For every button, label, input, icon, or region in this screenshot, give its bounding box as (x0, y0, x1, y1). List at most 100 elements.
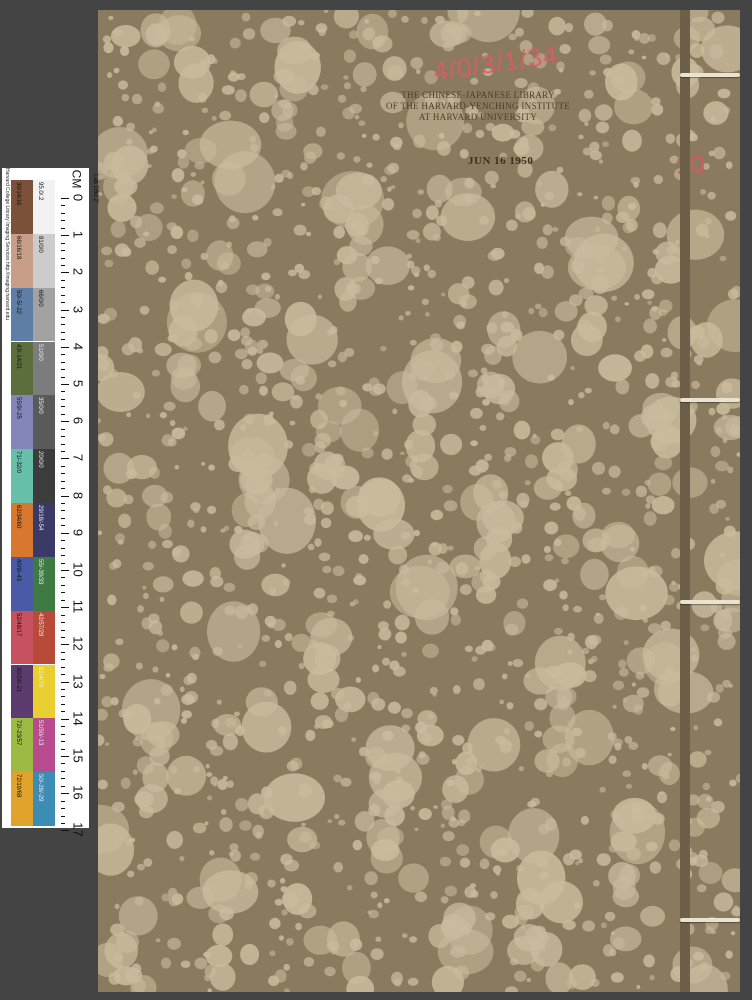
scale-tick (61, 264, 65, 266)
library-stamp: THE CHINESE-JAPANESE LIBRARY OF THE HARV… (338, 90, 618, 123)
scale-tick (61, 644, 69, 646)
scale-tick (61, 212, 65, 214)
lab-label: Lab D50 2˚ (92, 174, 98, 204)
scale-tick (61, 525, 65, 527)
swatch-label: 62/34/60 (15, 505, 21, 529)
scale-tick (61, 480, 65, 482)
scale-tick (61, 651, 65, 653)
gray-swatch: 51/50/-13 (33, 718, 55, 773)
scale-tick (61, 711, 65, 713)
scale-tick (61, 793, 69, 795)
scale-tick (61, 681, 69, 683)
color-swatch: 72/19/68 (11, 772, 33, 826)
scale-number: 12 (70, 636, 86, 652)
gray-swatches: 95.0/.2 81/0/0 66/0/0 51/0/0 35/0/0 20/0/0 29/… (33, 180, 55, 826)
scale-number: 8 (70, 491, 86, 499)
scale-number: 15 (70, 748, 86, 763)
scale-tick (61, 800, 65, 802)
color-swatch: 40/9/-43 (11, 556, 33, 611)
stamp-line-1: THE CHINESE-JAPANESE LIBRARY (401, 90, 555, 100)
scale-tick (61, 584, 65, 586)
scale-tick (61, 235, 69, 237)
scale-number: 3 (70, 305, 86, 313)
scale-tick (61, 242, 65, 244)
scale-tick (61, 331, 65, 333)
scale-tick (61, 309, 69, 311)
binding-thread (680, 398, 740, 402)
color-calibration-ruler: Harvard College Library Imaging Services… (2, 168, 98, 837)
scale-tick (61, 398, 65, 400)
marbled-paper-pattern (98, 10, 740, 992)
swatch-label: 42/57/29 (37, 612, 43, 637)
scale-number: 4 (70, 342, 86, 350)
gray-swatch: 35/0/0 (33, 395, 55, 450)
scale-tick (61, 257, 65, 259)
scale-tick (61, 406, 65, 408)
scale-tick (61, 577, 65, 579)
scale-tick (61, 532, 69, 534)
scale-tick (61, 324, 65, 326)
scale-tick (61, 317, 65, 319)
gray-swatch: 20/0/0 (33, 449, 55, 503)
scale-number: 9 (70, 528, 86, 536)
color-swatch: 30/24/-21 (11, 664, 33, 719)
scale-tick (61, 279, 65, 281)
scale-number: 17 (70, 822, 86, 838)
scale-tick (61, 294, 65, 296)
scale-tick (61, 473, 65, 475)
swatch-label: 82/4/79 (37, 666, 43, 687)
swatch-label: 43/-14/21 (15, 343, 21, 369)
scale-number: 0 (70, 193, 86, 202)
volume-mark: 30 (673, 148, 707, 182)
scale-tick (61, 384, 69, 385)
scale-tick (61, 346, 69, 348)
scale-tick (61, 517, 65, 519)
book-cover: 4/0/3/1/34 THE CHINESE-JAPANESE LIBRARY … (98, 10, 740, 992)
scale-tick (61, 748, 65, 750)
scale-tick (61, 785, 65, 787)
scale-tick (61, 830, 69, 832)
scale-tick (61, 458, 69, 460)
color-swatch: 50/-5/-22 (11, 287, 33, 342)
color-swatch: 72/-23/57 (11, 718, 33, 773)
scale-tick (61, 354, 65, 356)
stamp-line-3: AT HARVARD UNIVERSITY (418, 112, 538, 122)
scale-tick (61, 808, 65, 810)
scale-tick (61, 220, 65, 222)
scale-number: 11 (70, 599, 86, 614)
scale-tick (61, 741, 65, 743)
scale-number: 14 (70, 711, 86, 726)
scale-tick (61, 562, 65, 564)
swatch-label: 40/9/-43 (15, 558, 21, 581)
scale-tick (61, 703, 65, 705)
scale-tick (61, 778, 65, 780)
swatch-label: 50/-5/-22 (15, 289, 21, 314)
scale-tick (61, 428, 65, 430)
gray-swatch: 42/57/29 (33, 610, 55, 665)
color-swatch: 66/16/18 (11, 233, 33, 288)
scale-tick (61, 450, 65, 452)
binding-thread (680, 73, 740, 77)
binding-spine (680, 10, 690, 992)
scale-tick (61, 770, 65, 772)
scale-tick (61, 361, 65, 363)
scale-tick (61, 607, 69, 609)
scale-tick (61, 488, 65, 490)
scale-number: 1 (70, 231, 86, 239)
scale-number: 6 (70, 417, 86, 425)
binding-thread (680, 600, 740, 604)
gray-swatch: 51/0/0 (33, 341, 55, 396)
ruler-credit: Harvard College Library Imaging Services… (4, 168, 10, 321)
color-swatch: 55/9/-25 (11, 395, 33, 450)
color-swatch: 43/-14/21 (11, 341, 33, 396)
scale-number: 16 (70, 785, 86, 800)
scale-tick (61, 822, 65, 824)
color-swatch: 30/14/16 (11, 180, 33, 234)
stamp-line-2: OF THE HARVARD-YENCHING INSTITUTE (385, 101, 571, 111)
color-swatch: 62/34/60 (11, 503, 33, 557)
swatch-label: 35/0/0 (37, 397, 43, 415)
gray-swatch: 29/18/-54 (33, 503, 55, 557)
gray-swatch: 66/0/0 (33, 287, 55, 342)
scale-tick (61, 287, 65, 289)
swatch-label: 66/0/0 (37, 289, 43, 307)
